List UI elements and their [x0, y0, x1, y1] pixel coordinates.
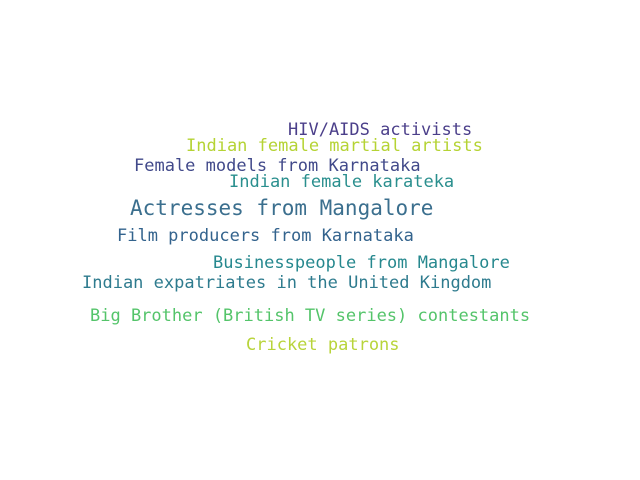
word-indian-female-martial-artists: Indian female martial artists: [186, 136, 483, 156]
word-indian-female-karateka: Indian female karateka: [229, 172, 455, 192]
word-film-producers-from-karnataka: Film producers from Karnataka: [117, 226, 414, 246]
word-actresses-from-mangalore: Actresses from Mangalore: [130, 196, 434, 220]
word-businesspeople-from-mangalore: Businesspeople from Mangalore: [213, 253, 510, 273]
word-big-brother-contestants: Big Brother (British TV series) contesta…: [90, 306, 531, 326]
word-cricket-patrons: Cricket patrons: [246, 335, 400, 355]
word-indian-expatriates-in-uk: Indian expatriates in the United Kingdom: [82, 273, 492, 293]
word-cloud: HIV/AIDS activists Indian female martial…: [0, 0, 640, 480]
